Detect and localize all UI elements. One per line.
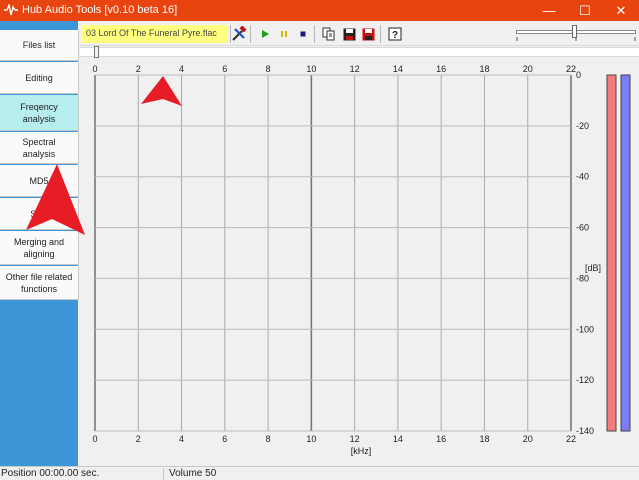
app-window: Hub Audio Tools [v0.10 beta 16] — ☐ ✕ Fi…: [0, 0, 639, 480]
y-tick-label: -80: [576, 273, 589, 283]
y-tick-label: -20: [576, 121, 589, 131]
x-axis-label: [kHz]: [351, 446, 372, 456]
pause-button[interactable]: [276, 26, 292, 42]
y-tick-label: -140: [576, 426, 594, 436]
status-bar: Position 00:00.00 sec. Volume 50: [0, 466, 639, 480]
toolbar-separator: [250, 25, 251, 43]
title-bar: Hub Audio Tools [v0.10 beta 16] — ☐ ✕: [0, 0, 639, 21]
x-tick-label-top: 10: [306, 64, 316, 74]
sidebar-item-merging-and-aligning[interactable]: Merging and aligning: [0, 231, 79, 265]
status-volume: Volume 50: [169, 468, 217, 479]
x-tick-label-bottom: 10: [306, 434, 316, 444]
maximize-button[interactable]: ☐: [567, 0, 603, 21]
seek-bar[interactable]: [80, 47, 639, 57]
help-button[interactable]: ?: [387, 26, 403, 42]
x-tick-label-top: 6: [222, 64, 227, 74]
save-button[interactable]: [341, 26, 357, 42]
x-tick-label-top: 0: [92, 64, 97, 74]
sidebar-item-label: Freqency analysis: [20, 101, 58, 124]
current-file-field[interactable]: 03 Lord Of The Funeral Pyre.flac: [82, 25, 228, 43]
x-tick-label-top: 22: [566, 64, 576, 74]
level-meter-left: [606, 74, 617, 432]
x-tick-label-top: 8: [266, 64, 271, 74]
x-tick-label-bottom: 6: [222, 434, 227, 444]
x-tick-label-top: 16: [436, 64, 446, 74]
sidebar-item-editing[interactable]: Editing: [0, 62, 79, 94]
sidebar-item-frequency-analysis[interactable]: Freqency analysis: [0, 95, 79, 131]
sidebar-item-label: Spectral analysis: [22, 136, 56, 159]
window-title: Hub Audio Tools [v0.10 beta 16]: [22, 4, 178, 16]
toolbar: 03 Lord Of The Funeral Pyre.flac ?: [80, 22, 639, 46]
x-tick-label-bottom: 16: [436, 434, 446, 444]
copy-icon: [322, 27, 335, 41]
save-as-button[interactable]: [360, 26, 376, 42]
status-position: Position 00:00.00 sec.: [0, 468, 164, 480]
x-tick-label-top: 14: [393, 64, 403, 74]
volume-slider-thumb[interactable]: [572, 25, 577, 38]
sidebar-item-label: Files list: [22, 40, 56, 50]
x-tick-label-top: 12: [350, 64, 360, 74]
y-tick-label: -100: [576, 324, 594, 334]
sidebar-item-label: Merging and aligning: [13, 236, 65, 259]
app-logo-icon: [4, 4, 18, 16]
sidebar-item-label: MD5: [29, 175, 49, 186]
save-icon: [343, 28, 355, 40]
sidebar-item-label: Editing: [25, 72, 53, 83]
x-tick-label-bottom: 2: [136, 434, 141, 444]
y-axis-label: [dB]: [585, 263, 601, 273]
x-tick-label-bottom: 22: [566, 434, 576, 444]
x-tick-label-top: 18: [479, 64, 489, 74]
level-meter-right: [620, 74, 631, 432]
y-tick-label: -120: [576, 375, 594, 385]
seek-bar-thumb[interactable]: [94, 46, 99, 58]
tools-button[interactable]: [231, 26, 247, 42]
x-tick-label-bottom: 20: [523, 434, 533, 444]
sidebar-item-other-file-functions[interactable]: Other file related functions: [0, 266, 79, 300]
y-tick-label: -40: [576, 172, 589, 182]
stop-button[interactable]: [295, 26, 311, 42]
minimize-button[interactable]: —: [531, 0, 567, 21]
frequency-chart-area: 0 2 4 6 8 10 12 14 16 18 20 22 0 2 4 6 8 10 12 14 16 18 20 22 …: [80, 58, 639, 466]
sidebar-item-label: Other file related functions: [5, 271, 73, 294]
x-tick-label-top: 20: [523, 64, 533, 74]
close-button[interactable]: ✕: [603, 0, 639, 21]
frequency-chart: 0 2 4 6 8 10 12 14 16 18 20 22 0 2 4 6 8 10 12 14 16 18 20 22 …: [92, 64, 631, 456]
save-as-icon: [362, 28, 374, 40]
x-tick-label-bottom: 14: [393, 434, 403, 444]
sidebar-item-label: Split: [30, 208, 48, 219]
x-tick-label-bottom: 18: [479, 434, 489, 444]
play-button[interactable]: [257, 26, 273, 42]
copy-button[interactable]: [321, 26, 337, 42]
y-tick-label: 0: [576, 70, 581, 80]
sidebar-item-split[interactable]: Split: [0, 198, 79, 230]
sidebar-item-spectral-analysis[interactable]: Spectral analysis: [0, 132, 79, 164]
sidebar-item-md5[interactable]: MD5: [0, 165, 79, 197]
tools-icon: [232, 26, 247, 41]
play-icon: [262, 30, 269, 38]
y-tick-label: -60: [576, 223, 589, 233]
x-tick-label-top: 4: [179, 64, 184, 74]
toolbar-separator: [314, 25, 315, 43]
x-tick-label-top: 2: [136, 64, 141, 74]
x-tick-label-bottom: 4: [179, 434, 184, 444]
svg-text:?: ?: [392, 30, 398, 41]
x-tick-label-bottom: 12: [350, 434, 360, 444]
x-tick-label-bottom: 8: [266, 434, 271, 444]
toolbar-separator: [380, 25, 381, 43]
x-tick-label-bottom: 0: [92, 434, 97, 444]
pause-icon: [281, 31, 287, 37]
sidebar-item-files-list[interactable]: Files list: [0, 30, 79, 61]
help-icon: ?: [388, 27, 402, 41]
stop-icon: [300, 31, 306, 37]
